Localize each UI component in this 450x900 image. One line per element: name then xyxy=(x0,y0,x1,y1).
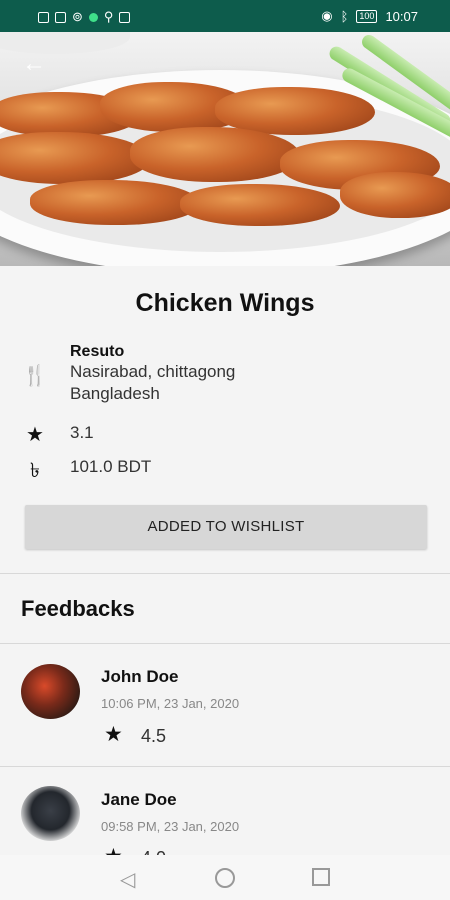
status-system-icons: ◉ ᛒ 100 10:07 xyxy=(321,8,418,24)
app-notification-icon xyxy=(88,12,98,22)
avatar xyxy=(21,664,80,719)
bluetooth-icon: ᛒ xyxy=(340,8,349,24)
feedback-rating: 4.5 xyxy=(141,726,167,746)
item-price: 101.0 BDT xyxy=(70,457,152,476)
divider xyxy=(0,766,450,767)
nav-home-icon[interactable] xyxy=(215,868,235,888)
feedbacks-heading: Feedbacks xyxy=(21,596,135,621)
eye-comfort-icon: ◉ xyxy=(321,8,333,23)
navigation-bar: ◁ xyxy=(0,855,450,900)
chicken-wing xyxy=(180,184,340,226)
star-icon: ★ xyxy=(26,424,44,446)
chicken-wing xyxy=(130,127,300,182)
item-title: Chicken Wings xyxy=(135,289,315,317)
status-time: 10:07 xyxy=(385,8,418,24)
food-image: ← xyxy=(0,32,450,266)
restaurant-address-line1: Nasirabad, chittagong xyxy=(70,362,236,381)
arrow-left-icon: ← xyxy=(22,50,46,77)
divider xyxy=(0,573,450,574)
back-button[interactable]: ← xyxy=(22,50,52,80)
star-icon: ★ xyxy=(104,723,123,746)
restaurant-name: Resuto xyxy=(70,343,125,360)
wishlist-button[interactable]: ADDED TO WISHLIST xyxy=(25,505,427,549)
nav-recents-icon[interactable] xyxy=(312,868,330,886)
battery-icon: 100 xyxy=(356,9,378,23)
item-rating: 3.1 xyxy=(70,423,94,442)
avatar xyxy=(21,786,80,841)
restaurant-row: 🍴 Resuto Nasirabad, chittagong Banglades… xyxy=(22,343,236,405)
hotspot-icon: ⊚ xyxy=(72,9,83,24)
chicken-wing xyxy=(30,180,200,225)
price-row: ৳ 101.0 BDT xyxy=(22,456,151,489)
feedback-date: 09:58 PM, 23 Jan, 2020 xyxy=(101,819,240,834)
nav-back-icon[interactable]: ◁ xyxy=(120,867,135,892)
status-bar: ⊚ ⚲ ◉ ᛒ 100 10:07 xyxy=(0,0,450,32)
chicken-wing xyxy=(340,172,450,218)
feedback-date: 10:06 PM, 23 Jan, 2020 xyxy=(101,696,240,711)
photo-icon xyxy=(119,11,131,23)
restaurant-address-line2: Bangladesh xyxy=(70,384,160,403)
message-icon xyxy=(55,11,66,23)
divider xyxy=(0,643,450,644)
usb-icon: ⚲ xyxy=(103,9,114,24)
feedback-author: Jane Doe xyxy=(101,790,177,809)
taka-icon: ৳ xyxy=(30,460,40,482)
feedback-author: John Doe xyxy=(101,667,179,686)
status-notification-icons: ⊚ ⚲ xyxy=(38,9,131,25)
gallery-icon xyxy=(38,11,49,23)
rating-row: ★ 3.1 xyxy=(22,422,94,447)
fork-knife-icon: 🍴 xyxy=(22,365,48,387)
bowl-edge xyxy=(0,32,130,54)
